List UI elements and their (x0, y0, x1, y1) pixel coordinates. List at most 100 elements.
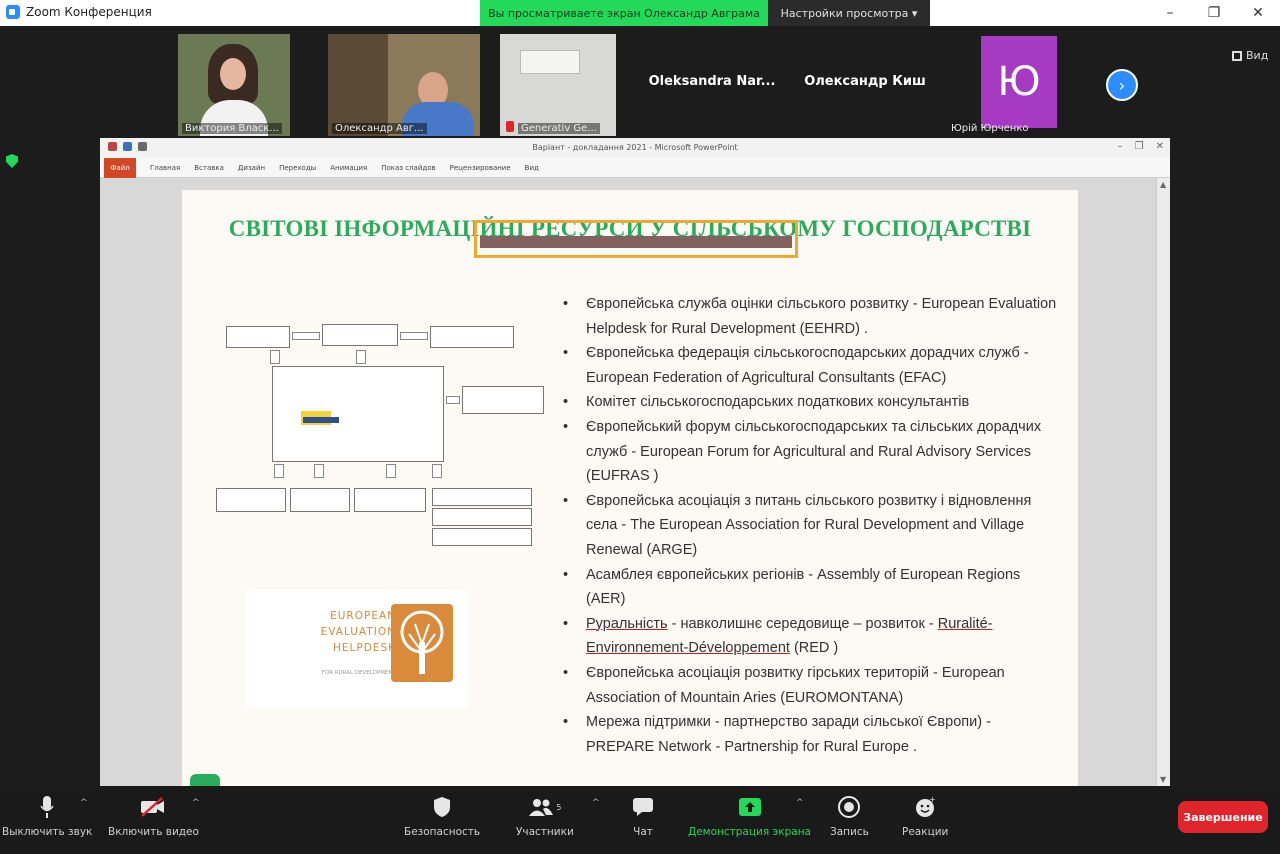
diagram-arrow (446, 396, 460, 404)
participants-button[interactable]: 5 Участники (516, 794, 574, 838)
reactions-button[interactable]: + Реакции (902, 794, 948, 838)
chat-button[interactable]: Чат (632, 794, 654, 838)
ppt-window-controls: – ❐ ✕ (1118, 141, 1164, 152)
participant-gallery: Виктория Власк... Олександр Авг... Gener… (0, 34, 1280, 136)
diagram-arrow (432, 464, 442, 478)
ppt-tab-view: Вид (524, 163, 539, 172)
video-button[interactable]: Включить видео (108, 794, 199, 838)
view-label: Вид (1246, 49, 1269, 62)
mic-muted-icon (506, 121, 514, 132)
ppt-window-title: Варіант - докладання 2021 - Microsoft Po… (532, 143, 738, 152)
list-item: Руральність - навколишнє середовище – ро… (560, 612, 1060, 661)
participant-name: Олександр Киш (804, 74, 926, 89)
list-item-text: (RED ) (789, 640, 839, 657)
ppt-tab-transitions: Переходы (279, 163, 317, 172)
security-label: Безопасность (404, 826, 481, 838)
share-screen-label: Демонстрация экрана (688, 826, 811, 838)
diagram-arrow (270, 350, 280, 364)
window-controls: – ❐ ✕ (1148, 0, 1280, 26)
ppt-tab-slideshow: Показ слайдов (381, 163, 436, 172)
end-meeting-button[interactable]: Завершение (1178, 801, 1268, 833)
list-item: Європейська асоціація з питань сільськог… (560, 489, 1060, 563)
tree-icon (391, 604, 453, 682)
diagram-box (432, 508, 532, 526)
view-options-button[interactable]: Настройки просмотра ▾ (768, 0, 930, 26)
eehrd-logo-subtitle: FOR RURAL DEVELOPMENT (321, 670, 396, 676)
logo-line: EUROPEAN (330, 610, 396, 622)
ppt-minimize-icon: – (1117, 141, 1123, 152)
structure-diagram (210, 310, 550, 550)
view-button[interactable]: Вид (1232, 49, 1268, 62)
security-button[interactable]: Безопасность (404, 794, 480, 838)
ppt-title-bar: Варіант - докладання 2021 - Microsoft Po… (100, 138, 1170, 158)
shared-screen-powerpoint: Варіант - докладання 2021 - Microsoft Po… (100, 138, 1170, 786)
eehrd-logo-text: EUROPEAN EVALUATION HELPDESK (286, 608, 396, 656)
list-item: Європейська федерація сільськогосподарсь… (560, 341, 1060, 390)
participant-tile[interactable]: Oleksandra Nar... (630, 34, 794, 136)
diagram-box (432, 528, 532, 546)
app-title-text: Zoom Конференция (26, 5, 152, 19)
zoom-logo-icon (6, 5, 20, 19)
participant-video (520, 50, 580, 74)
title-bar: Zoom Конференция Вы просматриваете экран… (0, 0, 1280, 26)
participant-tile[interactable]: Олександр Киш (796, 34, 934, 136)
share-options-caret[interactable]: ^ (796, 798, 804, 808)
meeting-toolbar: Выключить звук ^ Включить видео ^ Безопа… (0, 786, 1280, 854)
security-shield-icon[interactable] (6, 154, 18, 168)
video-label: Включить видео (108, 826, 199, 838)
diagram-arrow (356, 350, 366, 364)
ppt-restore-icon: ❐ (1134, 141, 1144, 152)
slide: СВІТОВІ ІНФОРМАЦІЙНІ РЕСУРСИ У СІЛЬСЬКОМ… (182, 190, 1078, 786)
underlined-word: Руральність (586, 615, 668, 632)
diagram-box (354, 488, 426, 512)
shield-icon (433, 794, 451, 820)
ppt-tab-home: Главная (150, 163, 181, 172)
ppt-tab-animation: Анимация (330, 163, 368, 172)
diagram-box (322, 324, 398, 346)
list-item: Мережа підтримки - партнерство заради сі… (560, 710, 1060, 759)
restore-button[interactable]: ❐ (1192, 0, 1236, 26)
participant-name: Oleksandra Nar... (648, 74, 776, 89)
next-page-button[interactable]: › (1106, 69, 1138, 101)
ppt-tab-file: Файл (104, 157, 136, 178)
ppt-ribbon: Файл Главная Вставка Дизайн Переходы Ани… (100, 157, 1170, 178)
participant-tile[interactable]: Generativ Ge... (500, 34, 616, 136)
mute-button[interactable]: Выключить звук (2, 794, 92, 838)
participants-options-caret[interactable]: ^ (592, 798, 600, 808)
participant-face (220, 58, 246, 90)
video-off-icon (140, 794, 166, 820)
participant-tile[interactable]: Виктория Власк... (178, 34, 290, 136)
participant-name: Виктория Власк... (182, 123, 282, 134)
participant-tile[interactable]: Олександр Авг... (328, 34, 480, 136)
participant-tile[interactable]: Ю Юрій Юрченко (944, 34, 1094, 136)
scroll-down-icon: ▼ (1160, 775, 1167, 784)
participant-name: Юрій Юрченко (951, 123, 1029, 134)
list-item: Європейська служба оцінки сільського роз… (560, 292, 1060, 341)
diagram-arrow (386, 464, 396, 478)
diagram-box (216, 488, 286, 512)
share-screen-icon (738, 794, 762, 820)
diagram-box (226, 326, 290, 348)
reactions-label: Реакции (902, 826, 949, 838)
participants-count: 5 (556, 802, 562, 812)
app-title: Zoom Конференция (6, 5, 152, 19)
share-screen-button[interactable]: Демонстрация экрана (688, 794, 811, 838)
svg-text:+: + (929, 796, 936, 804)
screen-share-banner: Вы просматриваете экран Олександр Авграм… (480, 0, 768, 26)
audio-options-caret[interactable]: ^ (80, 798, 88, 808)
record-button[interactable]: Запись (830, 794, 869, 838)
ppt-tab-design: Дизайн (237, 163, 266, 172)
list-item: Європейська асоціація розвитку гірських … (560, 661, 1060, 710)
video-options-caret[interactable]: ^ (192, 798, 200, 808)
participant-name: Олександр Авг... (332, 123, 427, 134)
diagram-box (430, 326, 514, 348)
diagram-arrow (400, 332, 428, 340)
close-button[interactable]: ✕ (1236, 0, 1280, 26)
microphone-icon (40, 794, 54, 820)
ppt-tab-insert: Вставка (194, 163, 224, 172)
scroll-up-icon: ▲ (1160, 180, 1167, 189)
people-icon: 5 (528, 794, 561, 820)
logo-line: HELPDESK (333, 642, 396, 654)
diagram-box (462, 386, 544, 414)
minimize-button[interactable]: – (1148, 0, 1192, 26)
